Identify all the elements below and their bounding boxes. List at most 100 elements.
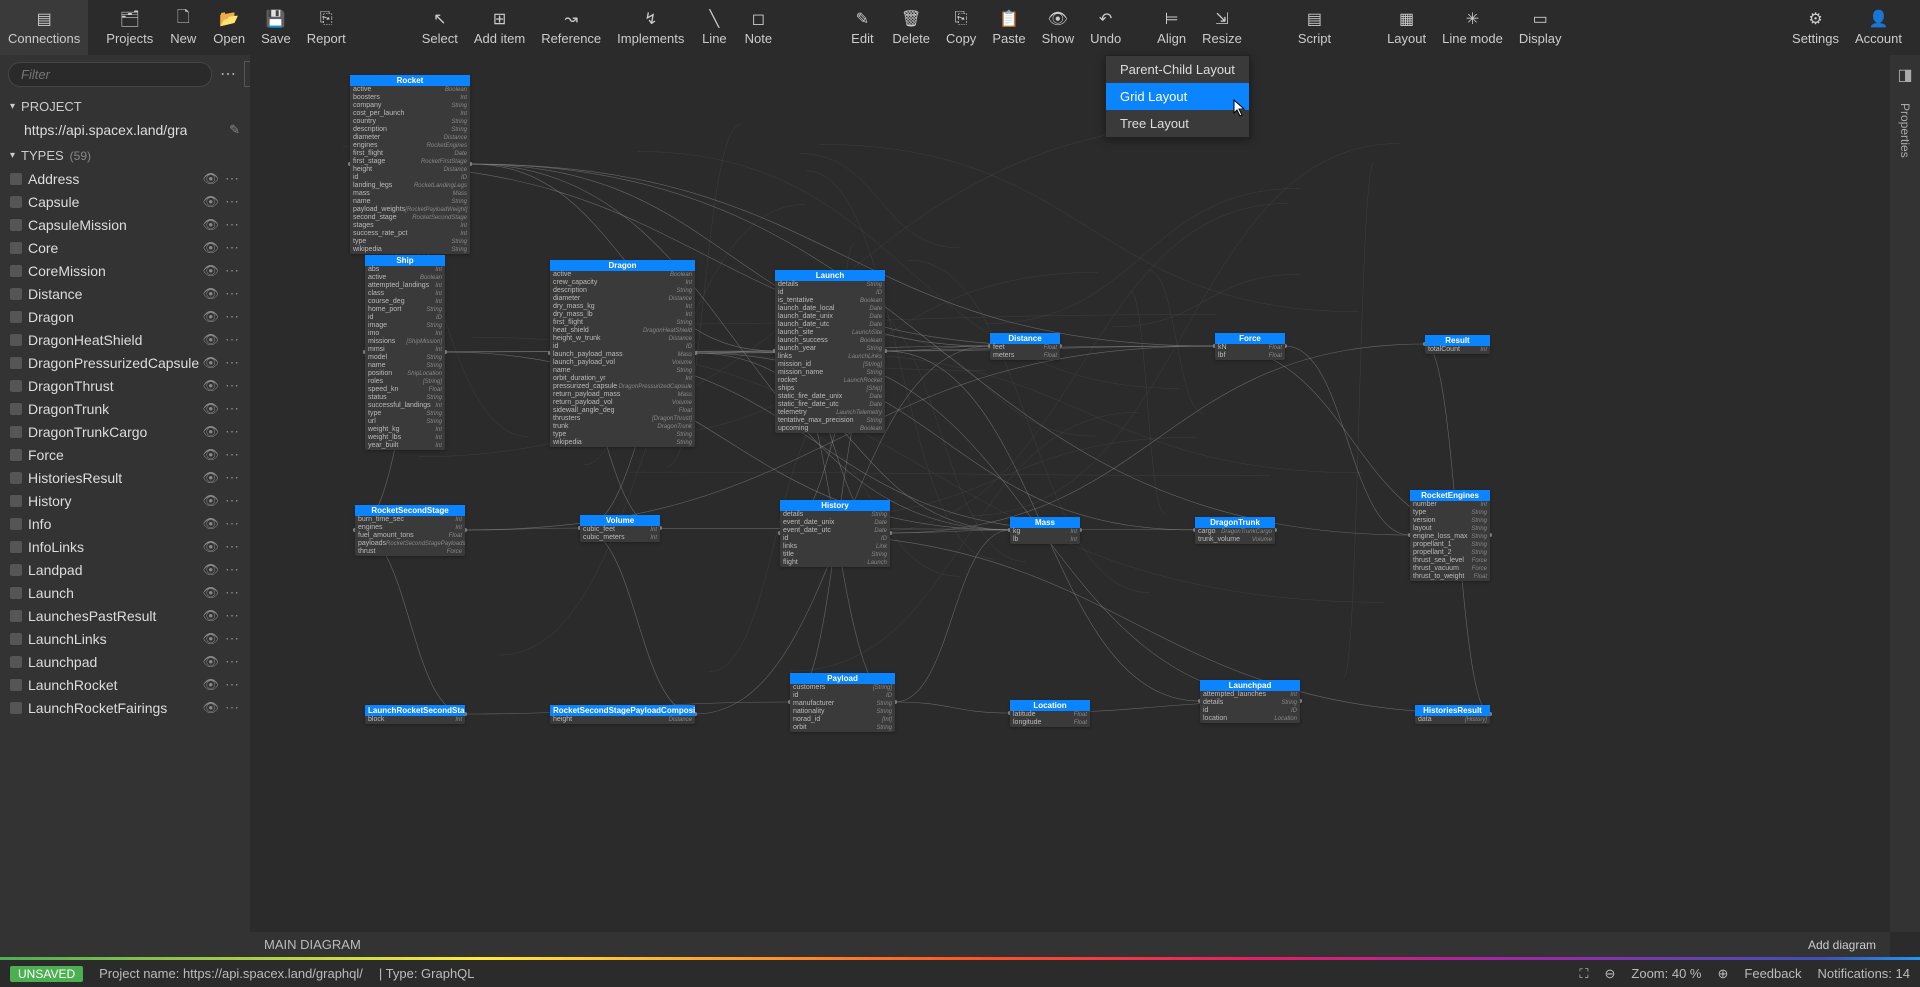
open-button[interactable]: 📂Open [205,0,253,55]
diagram-node[interactable]: RocketSecondStageburn_time_secIntengines… [355,505,465,556]
type-item[interactable]: LaunchLinks 👁 ⋯ [0,627,250,650]
more-icon[interactable]: ⋯ [225,676,240,693]
diagram-node[interactable]: Payloadcustomers[String]idIDmanufacturer… [790,673,895,732]
new-button[interactable]: 🗋New [161,0,205,55]
show-button[interactable]: 👁Show [1034,0,1083,55]
display-button[interactable]: ▭Display [1511,0,1570,55]
more-icon[interactable]: ⋯ [225,561,240,578]
more-icon[interactable]: ⋯ [225,607,240,624]
eye-icon[interactable]: 👁 [202,516,219,532]
more-icon[interactable]: ⋯ [225,492,240,509]
more-icon[interactable]: ⋯ [225,377,240,394]
eye-icon[interactable]: 👁 [202,700,219,716]
report-button[interactable]: ⎘Report [299,0,354,55]
panel-toggle-icon[interactable]: ◨ [1897,65,1912,85]
eye-icon[interactable]: 👁 [202,585,219,601]
type-item[interactable]: History 👁 ⋯ [0,489,250,512]
more-icon[interactable]: ⋯ [225,446,240,463]
resize-button[interactable]: ⇲Resize [1194,0,1250,55]
diagram-canvas[interactable]: RocketactiveBooleanboostersIntcompanyStr… [250,55,1890,932]
eye-icon[interactable]: 👁 [202,309,219,325]
eye-icon[interactable]: 👁 [202,654,219,670]
script-button[interactable]: ▤Script [1290,0,1339,55]
copy-button[interactable]: ⎘Copy [938,0,984,55]
pencil-icon[interactable]: ✎ [229,122,240,138]
type-item[interactable]: Launchpad 👁 ⋯ [0,650,250,673]
eye-icon[interactable]: 👁 [202,677,219,693]
projects-button[interactable]: 🗂Projects [98,0,161,55]
type-item[interactable]: LaunchesPastResult 👁 ⋯ [0,604,250,627]
line-mode-button[interactable]: ✳Line mode [1434,0,1511,55]
type-item[interactable]: HistoriesResult 👁 ⋯ [0,466,250,489]
type-item[interactable]: Distance 👁 ⋯ [0,282,250,305]
more-icon[interactable]: ⋯ [225,239,240,256]
type-item[interactable]: Capsule 👁 ⋯ [0,190,250,213]
layout-button[interactable]: ▦Layout [1379,0,1434,55]
more-icon[interactable]: ⋯ [225,423,240,440]
reference-button[interactable]: ↝Reference [533,0,609,55]
add-item-button[interactable]: ⊞Add item [466,0,533,55]
diagram-node[interactable]: LocationlatitudeFloatlongitudeFloat [1010,700,1090,727]
feedback-button[interactable]: Feedback [1744,966,1801,981]
fullscreen-button[interactable]: ⛶ [1579,966,1588,982]
type-item[interactable]: InfoLinks 👁 ⋯ [0,535,250,558]
edit-button[interactable]: ✎Edit [840,0,884,55]
type-item[interactable]: LaunchRocket 👁 ⋯ [0,673,250,696]
eye-icon[interactable]: 👁 [202,217,219,233]
diagram-node[interactable]: RocketEnginesnumberInttypeStringversionS… [1410,490,1490,581]
eye-icon[interactable]: 👁 [202,194,219,210]
type-item[interactable]: CapsuleMission 👁 ⋯ [0,213,250,236]
zoom-out-button[interactable]: ⊖ [1605,966,1616,982]
more-icon[interactable]: ⋯ [225,400,240,417]
more-icon[interactable]: ⋯ [225,285,240,302]
connections-button[interactable]: ▤ Connections [0,0,88,55]
more-icon[interactable]: ⋯ [225,538,240,555]
type-item[interactable]: DragonPressurizedCapsule 👁 ⋯ [0,351,250,374]
eye-icon[interactable]: 👁 [202,447,219,463]
more-icon[interactable]: ⋯ [225,308,240,325]
zoom-in-button[interactable]: ⊕ [1718,966,1729,982]
diagram-node[interactable]: DistancefeetFloatmetersFloat [990,333,1060,360]
note-button[interactable]: ◻Note [736,0,780,55]
diagram-node[interactable]: RocketactiveBooleanboostersIntcompanyStr… [350,75,470,254]
type-item[interactable]: Core 👁 ⋯ [0,236,250,259]
type-item[interactable]: DragonThrust 👁 ⋯ [0,374,250,397]
diagram-node[interactable]: LaunchRocketSecondStageblockInt [365,705,465,724]
more-icon[interactable]: ⋯ [225,653,240,670]
more-icon[interactable]: ⋯ [225,262,240,279]
diagram-node[interactable]: Launchpadattempted_launchesIntdetailsStr… [1200,680,1300,723]
select-button[interactable]: ↖Select [414,0,466,55]
project-section-header[interactable]: ▾ PROJECT [0,95,250,118]
eye-icon[interactable]: 👁 [202,355,219,371]
type-item[interactable]: DragonTrunkCargo 👁 ⋯ [0,420,250,443]
filter-input[interactable] [8,62,212,87]
more-icon[interactable]: ⋯ [225,216,240,233]
eye-icon[interactable]: 👁 [202,240,219,256]
type-item[interactable]: LaunchRocketFairings 👁 ⋯ [0,696,250,719]
diagram-node[interactable]: ForcekNFloatlbfFloat [1215,333,1285,360]
save-button[interactable]: 💾Save [253,0,299,55]
paste-button[interactable]: 📋Paste [984,0,1033,55]
diagram-node[interactable]: Volumecubic_feetIntcubic_metersInt [580,515,660,542]
more-icon[interactable]: ⋯ [225,354,240,371]
type-item[interactable]: Address 👁 ⋯ [0,167,250,190]
more-icon[interactable]: ⋯ [225,193,240,210]
add-diagram-button[interactable]: Add diagram [1808,938,1876,952]
dropdown-item[interactable]: Parent-Child Layout [1106,56,1249,83]
diagram-node[interactable]: HistorydetailsStringevent_date_unixDatee… [780,500,890,567]
eye-icon[interactable]: 👁 [202,401,219,417]
zoom-level[interactable]: Zoom: 40 % [1631,966,1701,981]
eye-icon[interactable]: 👁 [202,263,219,279]
type-item[interactable]: Dragon 👁 ⋯ [0,305,250,328]
diagram-node[interactable]: HistoriesResultdata[History] [1415,705,1490,724]
properties-tab[interactable]: Properties [1898,103,1912,158]
align-button[interactable]: ⊨Align [1149,0,1194,55]
more-icon[interactable]: ⋯ [225,515,240,532]
dropdown-item[interactable]: Grid Layout [1106,83,1249,110]
eye-icon[interactable]: 👁 [202,539,219,555]
more-icon[interactable]: ⋯ [225,331,240,348]
eye-icon[interactable]: 👁 [202,562,219,578]
eye-icon[interactable]: 👁 [202,470,219,486]
eye-icon[interactable]: 👁 [202,378,219,394]
type-item[interactable]: Launch 👁 ⋯ [0,581,250,604]
